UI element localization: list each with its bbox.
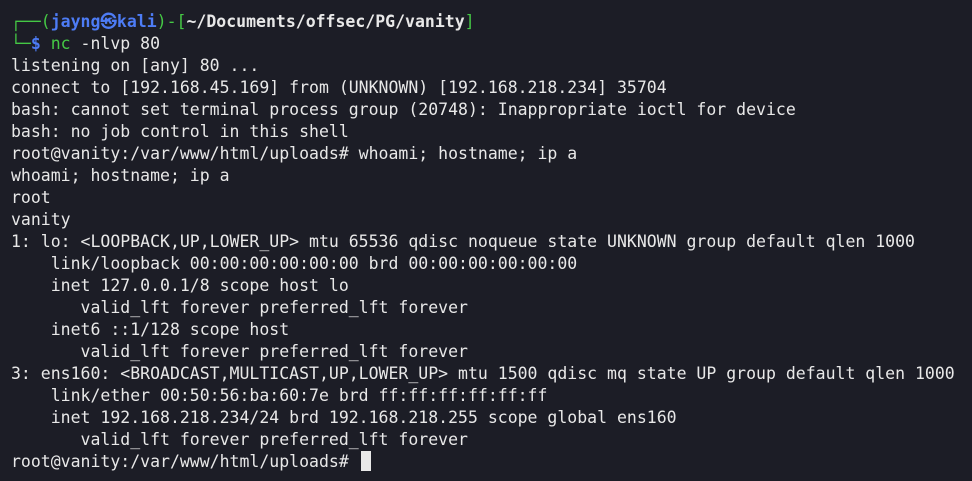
output-line: valid_lft forever preferred_lft forever	[11, 342, 468, 361]
prompt-host: kali	[116, 12, 157, 31]
prompt-user: jayng	[50, 12, 101, 31]
output-line: whoami; hostname; ip a	[11, 166, 230, 185]
output-line: inet 192.168.218.234/24 brd 192.168.218.…	[11, 408, 677, 427]
command-args: -nlvp 80	[70, 34, 161, 53]
shell-input-line[interactable]: root@vanity:/var/www/html/uploads#	[11, 451, 972, 473]
prompt-line-command: └─$ nc -nlvp 80	[11, 33, 972, 55]
shell-prompt: root@vanity:/var/www/html/uploads#	[11, 452, 359, 471]
output-line: vanity	[11, 210, 71, 229]
prompt-dollar: $	[30, 34, 41, 53]
output-line: valid_lft forever preferred_lft forever	[11, 298, 468, 317]
text-cursor	[360, 451, 371, 471]
output-line: inet 127.0.0.1/8 scope host lo	[11, 276, 349, 295]
output-line: root	[11, 188, 51, 207]
output-line: 1: lo: <LOOPBACK,UP,LOWER_UP> mtu 65536 …	[11, 232, 915, 251]
prompt-at-symbol: ㉿	[100, 12, 117, 31]
prompt-corner-top: ┌──(	[11, 12, 51, 31]
command-name: nc	[50, 34, 71, 53]
output-line: inet6 ::1/128 scope host	[11, 320, 290, 339]
output-line: bash: no job control in this shell	[11, 122, 349, 141]
prompt-corner-bottom: └─	[11, 34, 31, 53]
output-line: connect to [192.168.45.169] from (UNKNOW…	[11, 78, 667, 97]
output-line: root@vanity:/var/www/html/uploads# whoam…	[11, 144, 578, 163]
prompt-line-top: ┌──(jayng㉿kali)-[~/Documents/offsec/PG/v…	[11, 11, 972, 33]
prompt-bracket-mid: )-[	[156, 12, 187, 31]
terminal-window[interactable]: ┌──(jayng㉿kali)-[~/Documents/offsec/PG/v…	[0, 0, 972, 481]
output-line: valid_lft forever preferred_lft forever	[11, 430, 468, 449]
output-line: link/loopback 00:00:00:00:00:00 brd 00:0…	[11, 254, 578, 273]
output-line: 3: ens160: <BROADCAST,MULTICAST,UP,LOWER…	[11, 364, 955, 383]
output-line: link/ether 00:50:56:ba:60:7e brd ff:ff:f…	[11, 386, 548, 405]
output-line: bash: cannot set terminal process group …	[11, 100, 796, 119]
prompt-bracket-end: ]	[464, 12, 475, 31]
prompt-path: ~/Documents/offsec/PG/vanity	[186, 12, 465, 31]
output-line: listening on [any] 80 ...	[11, 56, 260, 75]
